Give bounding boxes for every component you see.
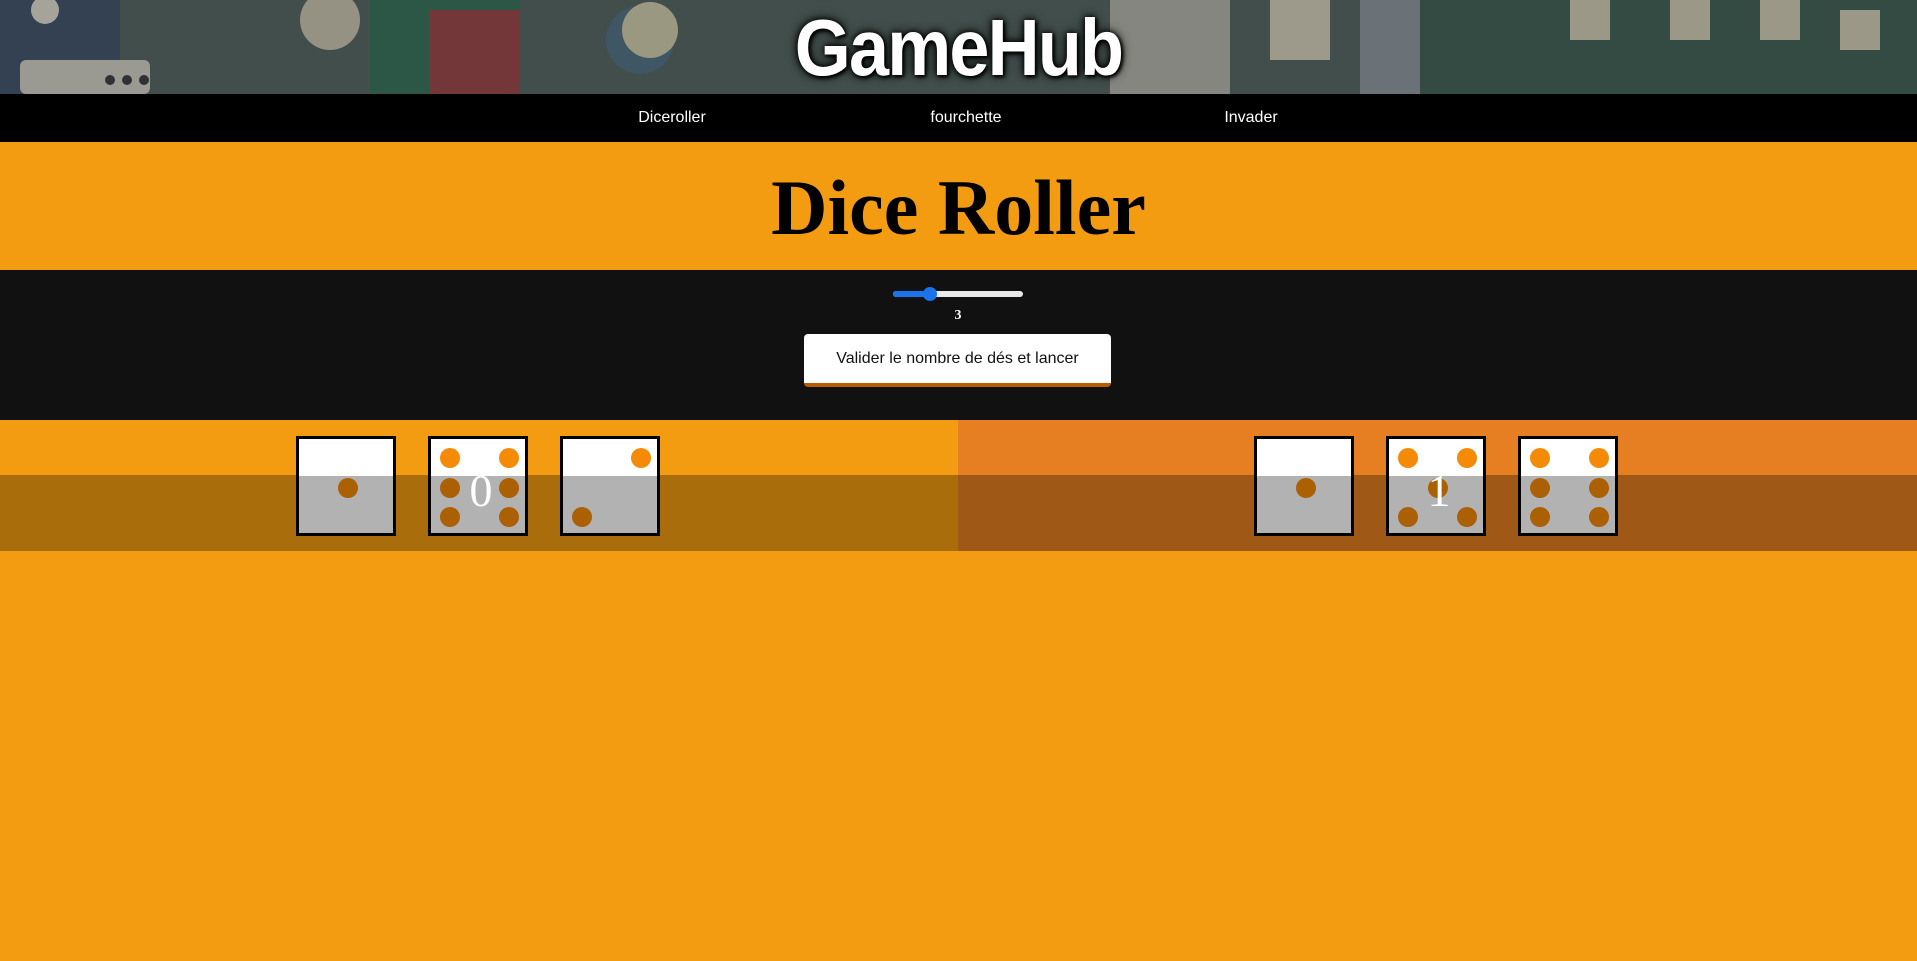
die-pip	[1295, 477, 1316, 498]
roll-dice-button[interactable]: Valider le nombre de dés et lancer	[804, 334, 1111, 387]
main-nav: Diceroller fourchette Invader	[0, 94, 1917, 142]
die-pip	[630, 448, 651, 469]
die-face	[296, 436, 396, 536]
nav-item-fourchette[interactable]: fourchette	[886, 94, 1046, 142]
die-pip	[1398, 448, 1419, 469]
die-shade	[563, 476, 657, 533]
nav-item-invader[interactable]: Invader	[1171, 94, 1331, 142]
nav-item-diceroller[interactable]: Diceroller	[592, 94, 752, 142]
dice-count-value: 3	[954, 308, 962, 323]
die-face	[560, 436, 660, 536]
page-title: Dice Roller	[771, 164, 1146, 251]
header-banner: GameHub	[0, 0, 1917, 94]
die-pip	[1456, 448, 1477, 469]
die-pip	[1530, 506, 1551, 527]
die-face	[1518, 436, 1618, 536]
player-two-panel: 1	[958, 420, 1917, 551]
die-pip	[1588, 448, 1609, 469]
die-pip	[1530, 477, 1551, 498]
slider-thumb[interactable]	[922, 287, 937, 301]
die-pip	[1588, 506, 1609, 527]
player-score: 0	[469, 465, 493, 516]
dice-count-slider[interactable]	[893, 287, 1023, 301]
die-pip	[572, 506, 593, 527]
die-pip	[498, 448, 519, 469]
player-score: 1	[1427, 465, 1451, 516]
die-pip	[1588, 477, 1609, 498]
site-logo-title: GameHub	[794, 3, 1124, 92]
die-face	[1254, 436, 1354, 536]
player-one-panel: 0	[0, 420, 958, 551]
title-section: Dice Roller	[0, 142, 1917, 270]
die-pip	[337, 477, 358, 498]
die-pip	[1530, 448, 1551, 469]
die-pip	[440, 448, 461, 469]
